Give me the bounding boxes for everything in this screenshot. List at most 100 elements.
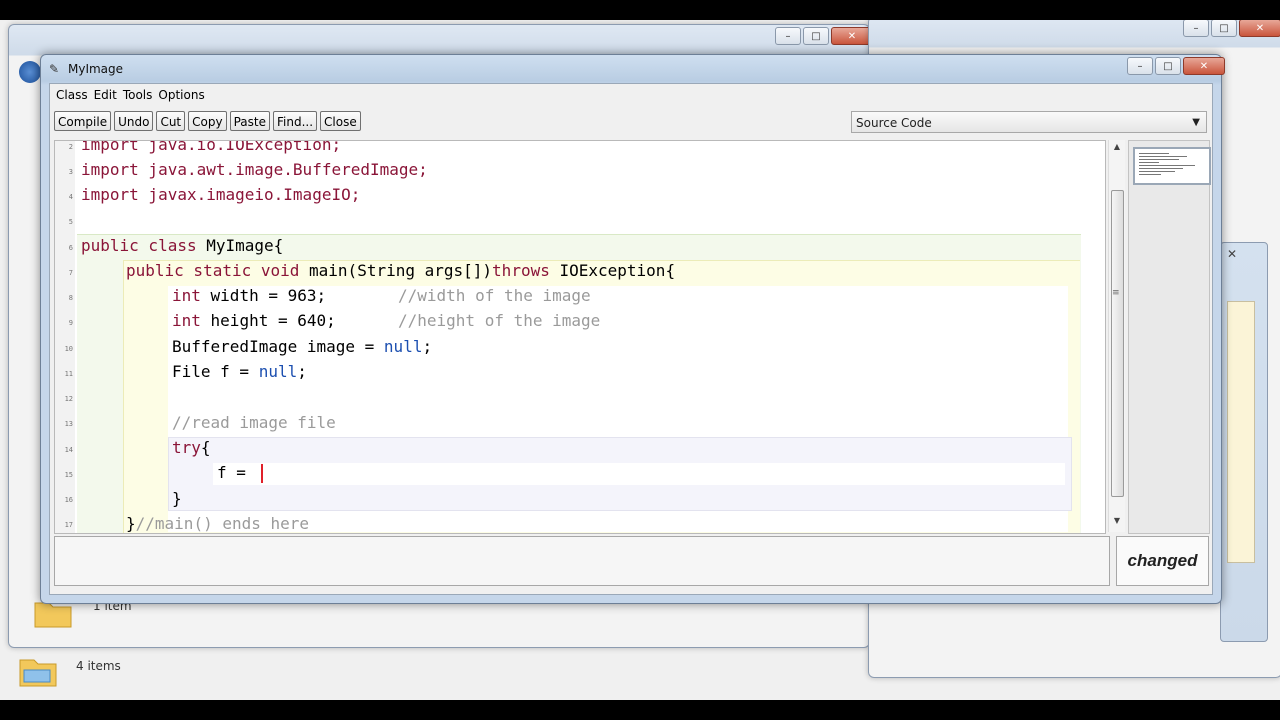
navigation-view-thumbnail[interactable] [1133, 147, 1211, 185]
keyword-token: public static void [126, 261, 300, 280]
code-token: MyImage{ [196, 236, 284, 255]
line-number: 16 [64, 496, 73, 504]
code-editor[interactable]: 2 3 4 5 6 7 8 9 10 11 12 13 14 15 16 17 … [54, 140, 1106, 534]
close-icon[interactable]: ✕ [831, 27, 873, 45]
desktop: – □ ✕ 1 item – □ ✕ ⚲ ✕ 4 items ✎ MyImage [0, 20, 1280, 700]
dialog-pane [1227, 301, 1255, 563]
code-token: main(String args[]) [299, 261, 493, 280]
line-number: 10 [64, 345, 73, 353]
copy-button[interactable]: Copy [188, 111, 227, 131]
bluej-app-icon: ✎ [49, 62, 60, 76]
chevron-down-icon: ▼ [1192, 117, 1200, 128]
grip-icon: ≡ [1112, 288, 1120, 298]
back-arrow-icon[interactable] [19, 61, 41, 83]
code-token: { [200, 438, 211, 457]
scroll-down-icon[interactable]: ▼ [1109, 516, 1125, 530]
code-line-4: import javax.imageio.ImageIO; [81, 185, 361, 204]
code-token: width = 963; [200, 286, 327, 305]
maximize-icon[interactable]: □ [1155, 57, 1181, 75]
scroll-thumb[interactable] [1111, 190, 1124, 497]
background-dialog-window: ✕ [1220, 242, 1268, 642]
line-number: 6 [68, 244, 73, 252]
line-number: 11 [64, 370, 73, 378]
scroll-up-icon[interactable]: ▲ [1109, 142, 1125, 156]
minimize-icon[interactable]: – [1183, 20, 1209, 37]
minimize-icon[interactable]: – [775, 27, 801, 45]
background-window-controls: – □ ✕ [775, 27, 873, 45]
line-number: 3 [68, 168, 73, 176]
code-line-10: BufferedImage image = null; [172, 334, 432, 359]
library-folder-icon [19, 659, 57, 687]
code-line-15: f = [217, 463, 256, 482]
editor-window: ✎ MyImage – □ ✕ Class Edit Tools Options… [40, 54, 1225, 604]
close-icon[interactable]: ✕ [1227, 247, 1237, 261]
code-line-7: public static void main(String args[])th… [126, 258, 675, 283]
literal-token: null [383, 337, 423, 356]
browser-window-controls: – □ ✕ [1183, 20, 1280, 37]
title-bar[interactable]: ✎ MyImage – □ ✕ [41, 55, 1225, 83]
line-number: 2 [68, 143, 73, 151]
view-selector-value: Source Code [856, 116, 932, 130]
code-line-8: int width = 963; [172, 283, 326, 308]
menu-tools[interactable]: Tools [120, 88, 156, 102]
code-line-14: try{ [172, 435, 211, 460]
menu-options[interactable]: Options [155, 88, 207, 102]
code-comment-8: //width of the image [398, 286, 591, 305]
maximize-icon[interactable]: □ [1211, 20, 1237, 37]
line-number: 17 [64, 521, 73, 529]
code-token: } [126, 514, 136, 533]
literal-token: null [258, 362, 298, 381]
code-token: File f = [172, 362, 259, 381]
line-number: 5 [68, 218, 73, 226]
editor-content: Class Edit Tools Options Compile Undo Cu… [49, 83, 1213, 595]
code-line-17: }//main() ends here [126, 511, 310, 533]
text-cursor [261, 464, 263, 483]
status-label: changed [1116, 536, 1209, 586]
undo-button[interactable]: Undo [114, 111, 154, 131]
line-number: 15 [64, 471, 73, 479]
code-line-16: } [172, 489, 182, 508]
close-icon[interactable]: ✕ [1239, 20, 1280, 37]
keyword-token: int [172, 286, 201, 305]
line-number: 14 [64, 446, 73, 454]
line-number: 9 [68, 319, 73, 327]
navigation-code-preview [1139, 153, 1199, 177]
code-token: BufferedImage image = [172, 337, 384, 356]
code-token: ; [422, 337, 433, 356]
line-number: 13 [64, 420, 73, 428]
close-icon[interactable]: ✕ [1183, 57, 1225, 75]
line-number: 7 [68, 269, 73, 277]
code-line-11: File f = null; [172, 359, 307, 384]
keyword-token: try [172, 438, 201, 457]
code-token: height = 640; [200, 311, 336, 330]
view-selector[interactable]: Source Code ▼ [851, 111, 1207, 133]
try-body-highlight [213, 463, 1065, 485]
item-count-text: 4 items [76, 659, 121, 673]
keyword-token: throws [492, 261, 550, 280]
line-number: 12 [64, 395, 73, 403]
code-line-6: public class MyImage{ [81, 233, 283, 258]
keyword-token: public class [81, 236, 197, 255]
menu-class[interactable]: Class [53, 88, 91, 102]
vertical-scrollbar[interactable]: ▲ ≡ ▼ [1108, 140, 1125, 532]
line-number: 8 [68, 294, 73, 302]
navigation-view[interactable] [1128, 140, 1211, 534]
code-line-9: int height = 640; [172, 308, 336, 333]
code-line-2: import java.io.IOException; [81, 140, 342, 154]
compile-button[interactable]: Compile [54, 111, 112, 131]
code-comment-9: //height of the image [398, 311, 601, 330]
comment-token: //main() ends here [135, 514, 310, 533]
minimize-icon[interactable]: – [1127, 57, 1153, 75]
menu-bar: Class Edit Tools Options [50, 84, 1212, 106]
code-token: IOException{ [549, 261, 676, 280]
find-button[interactable]: Find... [272, 111, 318, 131]
maximize-icon[interactable]: □ [803, 27, 829, 45]
line-number: 4 [68, 193, 73, 201]
paste-button[interactable]: Paste [229, 111, 270, 131]
message-area [54, 536, 1110, 586]
cut-button[interactable]: Cut [156, 111, 186, 131]
close-button[interactable]: Close [320, 111, 361, 131]
menu-edit[interactable]: Edit [91, 88, 120, 102]
window-title: MyImage [68, 62, 124, 76]
code-token: ; [297, 362, 307, 381]
